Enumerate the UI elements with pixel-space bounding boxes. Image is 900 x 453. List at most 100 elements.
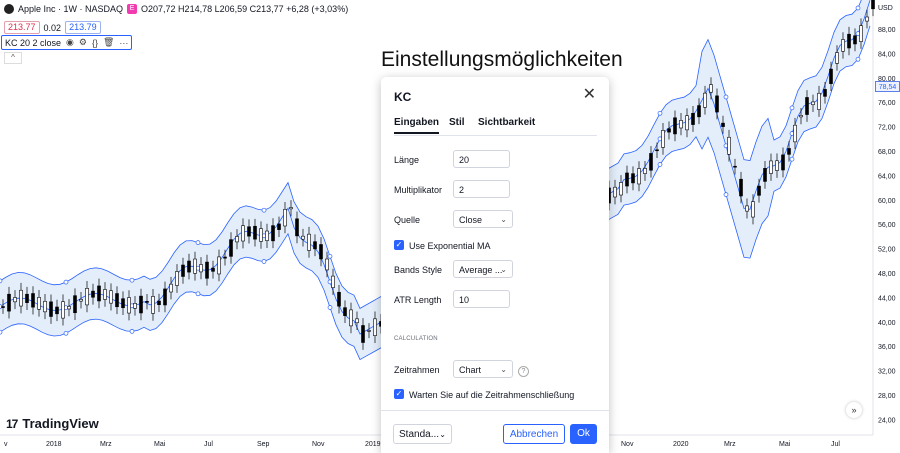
candle-body (691, 112, 695, 125)
length-label: Länge (394, 155, 420, 165)
time-tick-label: Nov (621, 441, 634, 448)
atr-length-label: ATR Length (394, 295, 442, 305)
time-tick-label: 2019 (365, 441, 381, 448)
trash-icon[interactable]: 🗑 (103, 37, 114, 48)
candle-body (325, 258, 329, 271)
candle-body (871, 0, 875, 10)
collapse-legend-button[interactable]: ^ (4, 52, 22, 64)
candle-body (817, 92, 821, 110)
time-tick-label: Mai (154, 441, 166, 448)
candle-body (793, 124, 797, 143)
buy-price-button[interactable]: 213.79 (65, 21, 101, 34)
symbol-name: Apple Inc · 1W · NASDAQ (18, 4, 124, 14)
price-tick-label: 84,00 (878, 51, 896, 58)
candle-body (103, 289, 107, 300)
band-marker (327, 253, 333, 259)
candle-body (91, 290, 95, 298)
timeframe-select[interactable]: Chart ⌄ (453, 360, 513, 378)
length-input[interactable]: 20 (453, 150, 510, 168)
tradingview-logo[interactable]: 17 TradingView (6, 416, 99, 431)
candle-body (727, 136, 731, 155)
candle-body (67, 306, 71, 310)
eye-icon[interactable]: ◉ (66, 37, 74, 48)
settings-icon[interactable]: ⚙ (79, 37, 87, 48)
candle-body (619, 182, 623, 196)
close-icon[interactable]: ✕ (583, 87, 596, 103)
source-select[interactable]: Close ⌄ (453, 210, 513, 228)
sell-price-button[interactable]: 213.77 (4, 21, 40, 34)
candle-body (685, 115, 689, 131)
candle-body (313, 241, 317, 250)
cancel-button[interactable]: Abbrechen (503, 424, 565, 444)
price-tick-label: 48,00 (878, 271, 896, 278)
band-marker (63, 330, 69, 336)
template-select[interactable]: Standa... ⌄ (393, 424, 452, 444)
candle-body (763, 168, 767, 182)
bands-style-select[interactable]: Average ... ⌄ (453, 260, 513, 278)
candle-body (661, 130, 665, 148)
candle-body (847, 33, 851, 49)
band-marker (855, 56, 861, 62)
candle-body (19, 289, 23, 307)
candle-body (703, 92, 707, 108)
candle-body (241, 225, 245, 242)
candle-body (349, 309, 353, 327)
candle-body (709, 84, 713, 93)
multiplier-input[interactable]: 2 (453, 180, 510, 198)
candle-body (775, 160, 779, 171)
help-icon[interactable]: ? (518, 366, 529, 377)
tradingview-logo-icon: 17 (6, 416, 18, 431)
candle-body (613, 186, 617, 198)
candle-body (667, 128, 671, 133)
candle-body (631, 173, 635, 184)
candle-body (13, 297, 17, 303)
ok-button[interactable]: Ok (570, 424, 597, 444)
wait-close-checkbox[interactable]: ✓ (394, 389, 404, 399)
candle-body (31, 293, 35, 308)
candle-body (43, 300, 47, 313)
tab-visibility[interactable]: Sichtbarkeit (478, 117, 535, 128)
band-marker (657, 110, 663, 116)
price-tick-label: 32,00 (878, 369, 896, 376)
chevron-down-icon: ⌄ (439, 430, 446, 439)
exp-ma-checkbox[interactable]: ✓ (394, 240, 404, 250)
dialog-title: KC (394, 90, 412, 104)
apple-logo-icon (4, 4, 14, 14)
currency-label[interactable]: USD (878, 5, 893, 12)
candle-body (721, 122, 725, 127)
more-icon[interactable]: ··· (119, 38, 128, 48)
band-marker (0, 278, 3, 284)
candle-body (781, 154, 785, 171)
source-code-icon[interactable]: {} (92, 38, 98, 48)
candle-body (259, 228, 263, 242)
time-tick-label: v (4, 441, 8, 448)
time-tick-label: Jul (204, 441, 213, 448)
tab-inputs[interactable]: Eingaben (394, 117, 440, 134)
candle-body (217, 256, 221, 275)
candle-body (643, 168, 647, 174)
atr-length-input[interactable]: 10 (453, 290, 510, 308)
band-marker (723, 192, 729, 197)
scroll-right-button[interactable]: » (846, 402, 862, 418)
band-marker (63, 279, 69, 285)
candle-body (319, 244, 323, 260)
earnings-badge[interactable]: E (127, 4, 138, 14)
band-marker (195, 240, 201, 245)
candle-body (139, 295, 143, 314)
tab-style[interactable]: Stil (449, 117, 465, 128)
candle-body (49, 301, 53, 317)
candle-body (7, 293, 11, 312)
price-tick-label: 72,00 (878, 125, 896, 132)
spread-value: 0.02 (43, 22, 62, 33)
tab-bar: Eingaben Stil Sichtbarkeit (394, 117, 597, 136)
candle-body (361, 325, 365, 343)
symbol-legend: Apple Inc · 1W · NASDAQ E O207,72 H214,7… (4, 4, 348, 14)
band-marker (261, 259, 267, 264)
candle-body (757, 185, 761, 196)
band-marker (327, 305, 333, 310)
candle-body (751, 201, 755, 218)
wait-close-label: Warten Sie auf die Zeitrahmenschließung (409, 390, 575, 400)
time-tick-label: 2018 (46, 441, 62, 448)
indicator-legend[interactable]: KC 20 2 close ◉ ⚙ {} 🗑 ··· (1, 35, 133, 50)
price-tick-label: 76,00 (878, 100, 896, 107)
